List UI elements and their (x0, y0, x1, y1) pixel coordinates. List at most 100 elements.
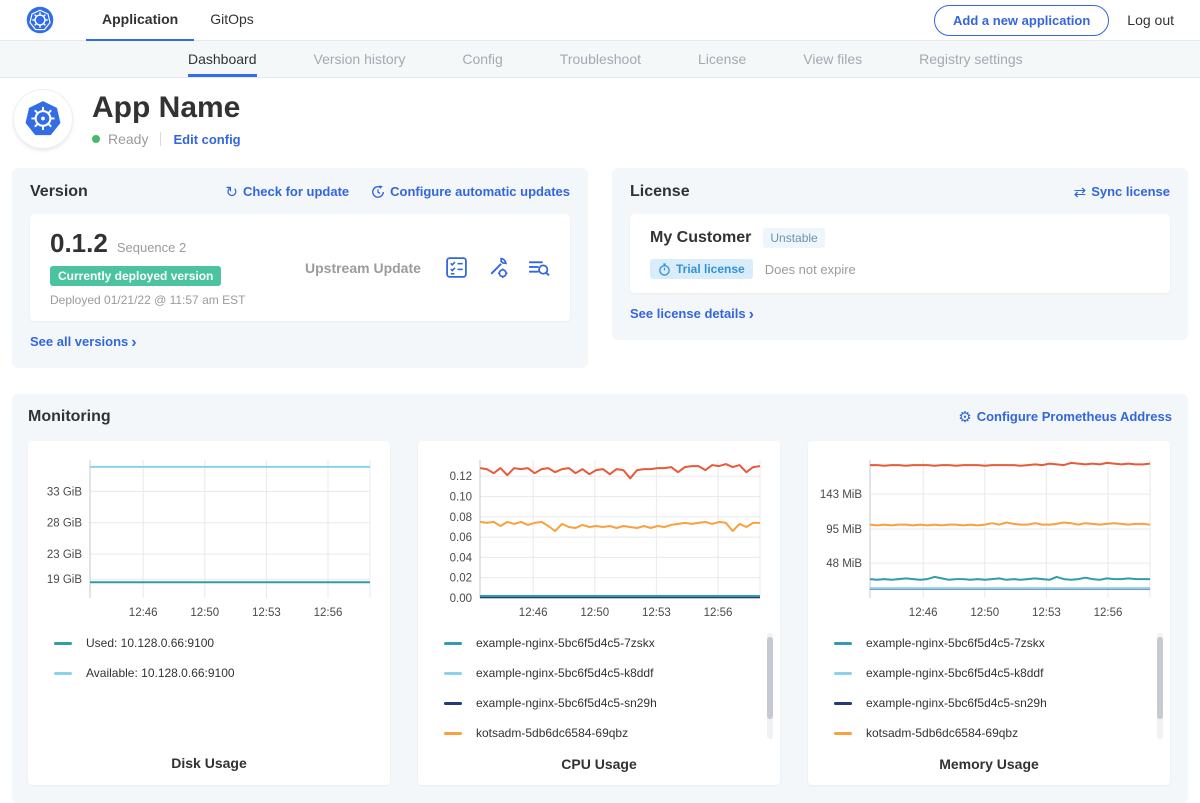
svg-text:23 GiB: 23 GiB (47, 549, 82, 561)
svg-text:0.04: 0.04 (450, 552, 473, 564)
edit-config-link[interactable]: Edit config (173, 132, 240, 147)
svg-text:48 MiB: 48 MiB (826, 558, 862, 570)
svg-text:12:50: 12:50 (580, 607, 609, 619)
configure-prometheus-link[interactable]: ⚙Configure Prometheus Address (958, 408, 1172, 426)
add-application-button[interactable]: Add a new application (934, 5, 1109, 36)
legend-item: example-nginx-5bc6f5d4c5-sn29h (834, 696, 1158, 710)
cpu-usage-chart: 0.120.100.080.060.040.020.0012:4612:5012… (430, 451, 768, 628)
legend-label: kotsadm-5db6dc6584-69qbz (866, 726, 1018, 740)
svg-text:0.00: 0.00 (450, 593, 472, 605)
legend-label: example-nginx-5bc6f5d4c5-7zskx (866, 636, 1045, 650)
deploy-logs-icon[interactable] (527, 256, 550, 279)
svg-text:12:46: 12:46 (129, 607, 158, 619)
legend-color-dash (834, 672, 852, 675)
customer-name: My Customer (650, 229, 751, 247)
logout-link[interactable]: Log out (1127, 12, 1174, 28)
top-tab-application[interactable]: Application (86, 0, 194, 41)
legend-label: example-nginx-5bc6f5d4c5-k8ddf (866, 666, 1043, 680)
legend-scrollbar-thumb[interactable] (767, 637, 773, 719)
legend-label: Used: 10.128.0.66:9100 (86, 636, 214, 650)
svg-text:33 GiB: 33 GiB (47, 486, 82, 498)
chart-title: CPU Usage (430, 756, 768, 772)
svg-text:12:56: 12:56 (704, 607, 733, 619)
sub-tab-config[interactable]: Config (462, 41, 502, 77)
version-source: Upstream Update (305, 260, 445, 276)
memory-legend: example-nginx-5bc6f5d4c5-7zskx example-ng… (834, 636, 1158, 756)
legend-color-dash (834, 732, 852, 735)
memory-usage-chart-card: 143 MiB95 MiB48 MiB12:4612:5012:5312:56e… (808, 441, 1170, 785)
sub-tab-dashboard[interactable]: Dashboard (188, 41, 257, 77)
top-tab-gitops[interactable]: GitOps (194, 0, 270, 41)
legend-item: example-nginx-5bc6f5d4c5-k8ddf (444, 666, 768, 680)
svg-text:0.02: 0.02 (450, 573, 472, 585)
legend-scrollbar-track (1157, 633, 1163, 739)
ready-status-dot (92, 135, 100, 143)
sub-tab-troubleshoot[interactable]: Troubleshoot (560, 41, 641, 77)
legend-item: kotsadm-5db6dc6584-69qbz (834, 726, 1158, 740)
legend-label: example-nginx-5bc6f5d4c5-sn29h (476, 696, 657, 710)
app-sub-nav: Dashboard Version history Config Troublesho… (0, 41, 1200, 78)
preflight-checks-icon[interactable] (445, 256, 468, 279)
top-tabs: ApplicationGitOps (86, 0, 270, 41)
see-all-versions-link[interactable]: See all versions› (30, 334, 137, 352)
legend-item: example-nginx-5bc6f5d4c5-k8ddf (834, 666, 1158, 680)
gear-icon: ⚙ (958, 409, 971, 426)
legend-label: example-nginx-5bc6f5d4c5-7zskx (476, 636, 655, 650)
svg-text:95 MiB: 95 MiB (826, 524, 862, 536)
divider (160, 132, 161, 146)
svg-text:0.12: 0.12 (450, 471, 472, 483)
legend-item: Used: 10.128.0.66:9100 (54, 636, 378, 650)
svg-text:28 GiB: 28 GiB (47, 518, 82, 530)
legend-color-dash (834, 702, 852, 705)
legend-color-dash (54, 642, 72, 645)
deployed-version-badge: Currently deployed version (50, 266, 221, 286)
legend-item: example-nginx-5bc6f5d4c5-7zskx (444, 636, 768, 650)
disk-legend: Used: 10.128.0.66:9100 Available: 10.128.… (54, 636, 378, 696)
svg-text:12:56: 12:56 (1094, 607, 1123, 619)
sync-license-link[interactable]: ⇄Sync license (1074, 183, 1170, 201)
legend-label: example-nginx-5bc6f5d4c5-k8ddf (476, 666, 653, 680)
version-number: 0.1.2 (50, 228, 108, 259)
top-nav-right: Add a new application Log out (934, 5, 1174, 36)
sub-tab-view-files[interactable]: View files (803, 41, 862, 77)
legend-scrollbar-thumb[interactable] (1157, 637, 1163, 719)
svg-text:12:53: 12:53 (1032, 607, 1061, 619)
see-license-details-link[interactable]: See license details› (630, 306, 754, 324)
legend-color-dash (834, 642, 852, 645)
chart-title: Disk Usage (40, 755, 378, 771)
legend-color-dash (444, 672, 462, 675)
top-nav: ApplicationGitOps Add a new application … (0, 0, 1200, 41)
charts-grid: 33 GiB 28 GiB 23 GiB 19 GiB 12:46 12:50 12:53 1… (28, 441, 1172, 785)
chevron-right-icon: › (749, 306, 754, 323)
app-header: App Name Ready Edit config (0, 78, 1200, 168)
app-avatar (14, 90, 72, 148)
chevron-right-icon: › (131, 334, 136, 351)
page-title: App Name (92, 91, 241, 124)
sub-tab-license[interactable]: License (698, 41, 746, 77)
svg-text:0.06: 0.06 (450, 532, 472, 544)
svg-text:0.10: 0.10 (450, 492, 472, 504)
legend-item: example-nginx-5bc6f5d4c5-7zskx (834, 636, 1158, 650)
svg-text:0.08: 0.08 (450, 512, 472, 524)
sub-tab-registry-settings[interactable]: Registry settings (919, 41, 1022, 77)
chart-title: Memory Usage (820, 756, 1158, 772)
svg-text:12:56: 12:56 (314, 607, 343, 619)
legend-item: example-nginx-5bc6f5d4c5-sn29h (444, 696, 768, 710)
license-card: License ⇄Sync license My Customer Unstab… (612, 168, 1188, 340)
legend-color-dash (54, 672, 72, 675)
sub-tab-version-history[interactable]: Version history (314, 41, 406, 77)
version-sequence: Sequence 2 (117, 240, 186, 255)
legend-label: example-nginx-5bc6f5d4c5-sn29h (866, 696, 1047, 710)
disk-usage-chart-card: 33 GiB28 GiB23 GiB19 GiB12:4612:5012:531… (28, 441, 390, 785)
svg-text:12:50: 12:50 (970, 607, 999, 619)
check-for-update-link[interactable]: ↻Check for update (225, 183, 349, 201)
legend-item: Available: 10.128.0.66:9100 (54, 666, 378, 680)
legend-color-dash (444, 732, 462, 735)
version-card: Version ↻Check for update Configure auto… (12, 168, 588, 368)
config-wrench-icon[interactable] (486, 256, 509, 279)
legend-color-dash (444, 702, 462, 705)
kubernetes-logo-icon[interactable] (26, 6, 54, 34)
configure-automatic-updates-link[interactable]: Configure automatic updates (371, 184, 570, 201)
svg-text:19 GiB: 19 GiB (47, 574, 82, 586)
legend-label: kotsadm-5db6dc6584-69qbz (476, 726, 628, 740)
